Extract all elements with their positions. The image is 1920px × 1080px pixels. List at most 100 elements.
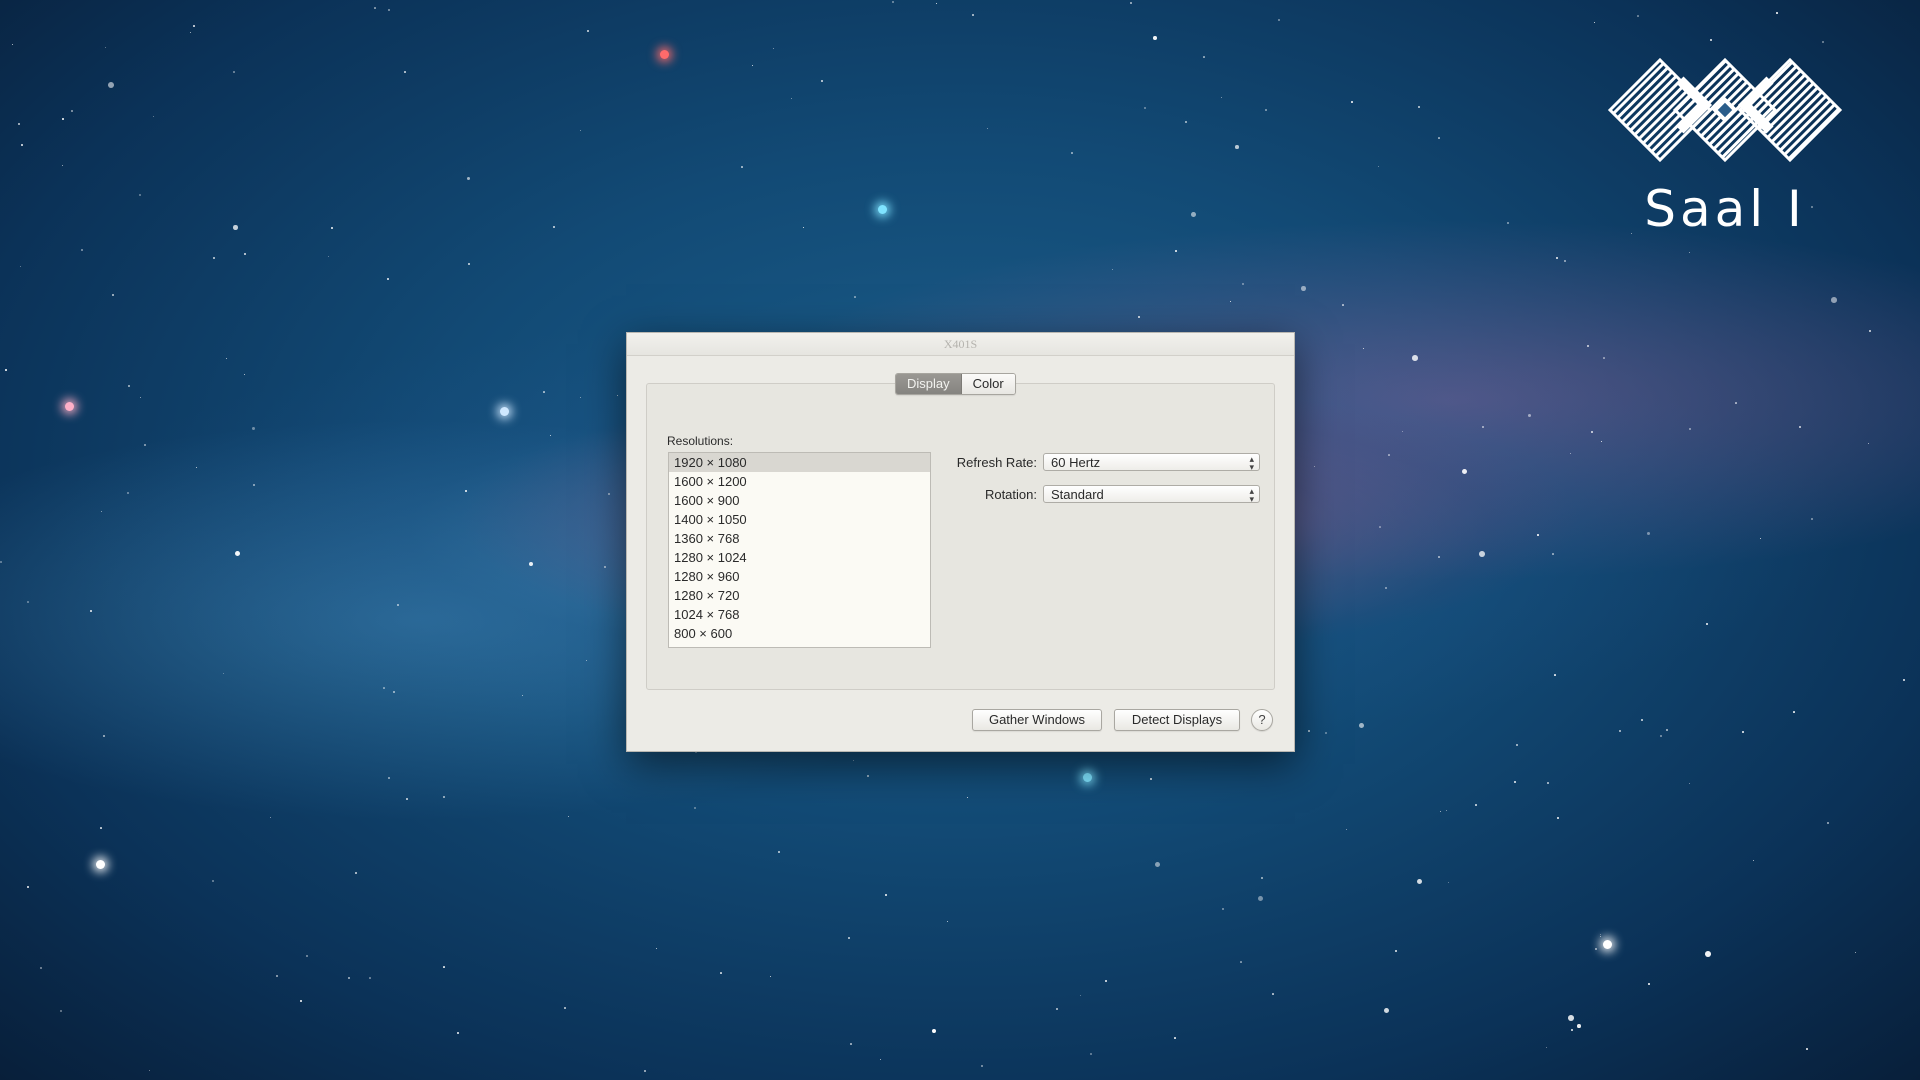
star: [967, 797, 969, 799]
refresh-rate-select[interactable]: 60 Hertz ▴ ▾: [1043, 453, 1260, 472]
gather-windows-button[interactable]: Gather Windows: [972, 709, 1102, 731]
star: [848, 937, 850, 939]
list-item-resolution[interactable]: 1360 × 768: [669, 529, 930, 548]
tab-color[interactable]: Color: [961, 374, 1015, 394]
star: [1325, 732, 1327, 734]
star: [21, 144, 23, 146]
star: [1507, 222, 1510, 225]
star: [947, 921, 949, 923]
star: [127, 492, 129, 494]
star: [276, 975, 279, 978]
star: [1516, 744, 1519, 747]
star: [543, 391, 545, 393]
star: [1301, 286, 1306, 291]
star: [1689, 252, 1691, 254]
star: [1742, 731, 1745, 734]
star: [348, 977, 351, 980]
star: [1379, 526, 1381, 528]
tab-display[interactable]: Display: [896, 374, 962, 394]
list-item-resolution[interactable]: 1400 × 1050: [669, 510, 930, 529]
star: [1603, 357, 1605, 359]
list-item-resolution[interactable]: 1280 × 1024: [669, 548, 930, 567]
star: [20, 266, 22, 268]
help-button[interactable]: ?: [1251, 709, 1273, 731]
star: [153, 116, 155, 118]
star: [617, 395, 619, 397]
display-preferences-window: X401S Display Color Resolutions: 1920 × …: [626, 332, 1295, 752]
star: [374, 7, 376, 9]
star: [140, 397, 142, 399]
star: [1735, 402, 1737, 404]
star: [1261, 877, 1264, 880]
star: [1600, 934, 1601, 935]
star: [1547, 782, 1549, 784]
resolutions-label: Resolutions:: [667, 434, 734, 448]
star: [27, 601, 29, 603]
star: [854, 296, 856, 298]
star: [1346, 829, 1348, 831]
list-item-resolution[interactable]: 1600 × 900: [669, 491, 930, 510]
star: [1462, 469, 1468, 475]
star: [1203, 56, 1205, 58]
star: [1571, 1029, 1574, 1032]
star: [1221, 97, 1223, 99]
star: [553, 226, 556, 229]
tab-bar: Display Color: [895, 373, 1016, 395]
star: [18, 123, 21, 126]
star: [62, 118, 64, 120]
star: [1083, 773, 1092, 782]
star: [885, 894, 888, 897]
star: [1440, 811, 1442, 813]
star: [564, 1007, 566, 1009]
star: [244, 374, 246, 376]
list-item-resolution[interactable]: 1280 × 960: [669, 567, 930, 586]
star: [1689, 783, 1691, 785]
star: [1240, 961, 1242, 963]
star: [1418, 106, 1421, 109]
star: [1479, 551, 1485, 557]
star: [1384, 1008, 1390, 1014]
star: [443, 966, 445, 968]
star: [741, 166, 743, 168]
star: [1378, 166, 1380, 168]
star: [936, 3, 938, 5]
list-item-resolution[interactable]: 1920 × 1080: [669, 453, 930, 472]
rotation-select[interactable]: Standard ▴ ▾: [1043, 485, 1260, 504]
star: [128, 385, 130, 387]
list-item-resolution[interactable]: 1600 × 1200: [669, 472, 930, 491]
star: [1235, 145, 1239, 149]
star: [987, 128, 989, 130]
list-item-resolution[interactable]: 1024 × 768: [669, 605, 930, 624]
resolutions-list[interactable]: 1920 × 1080 1600 × 1200 1600 × 900 1400 …: [668, 452, 931, 648]
star: [1482, 426, 1484, 428]
star: [1537, 534, 1539, 536]
star: [1903, 679, 1906, 682]
star: [1577, 1024, 1581, 1028]
star: [1546, 1047, 1548, 1049]
window-title[interactable]: X401S: [627, 333, 1294, 356]
list-item-resolution[interactable]: 1280 × 720: [669, 586, 930, 605]
star: [144, 444, 147, 447]
star: [850, 1043, 852, 1045]
star: [212, 880, 215, 883]
star: [660, 50, 669, 59]
star: [90, 610, 92, 612]
desktop-background: Saal I X401S Display Color Resolutions: …: [0, 0, 1920, 1080]
star: [328, 256, 330, 258]
star: [1760, 538, 1762, 540]
star: [1363, 348, 1365, 350]
star: [355, 872, 358, 875]
star: [1242, 283, 1245, 286]
star: [1222, 908, 1225, 911]
star: [1438, 137, 1440, 139]
star: [1564, 260, 1566, 262]
star: [656, 948, 658, 950]
star: [1868, 443, 1870, 445]
star: [1648, 983, 1650, 985]
star: [878, 205, 887, 214]
star: [580, 130, 582, 132]
detect-displays-button[interactable]: Detect Displays: [1114, 709, 1240, 731]
star: [1265, 109, 1267, 111]
list-item-resolution[interactable]: 800 × 600: [669, 624, 930, 643]
star: [1175, 250, 1177, 252]
